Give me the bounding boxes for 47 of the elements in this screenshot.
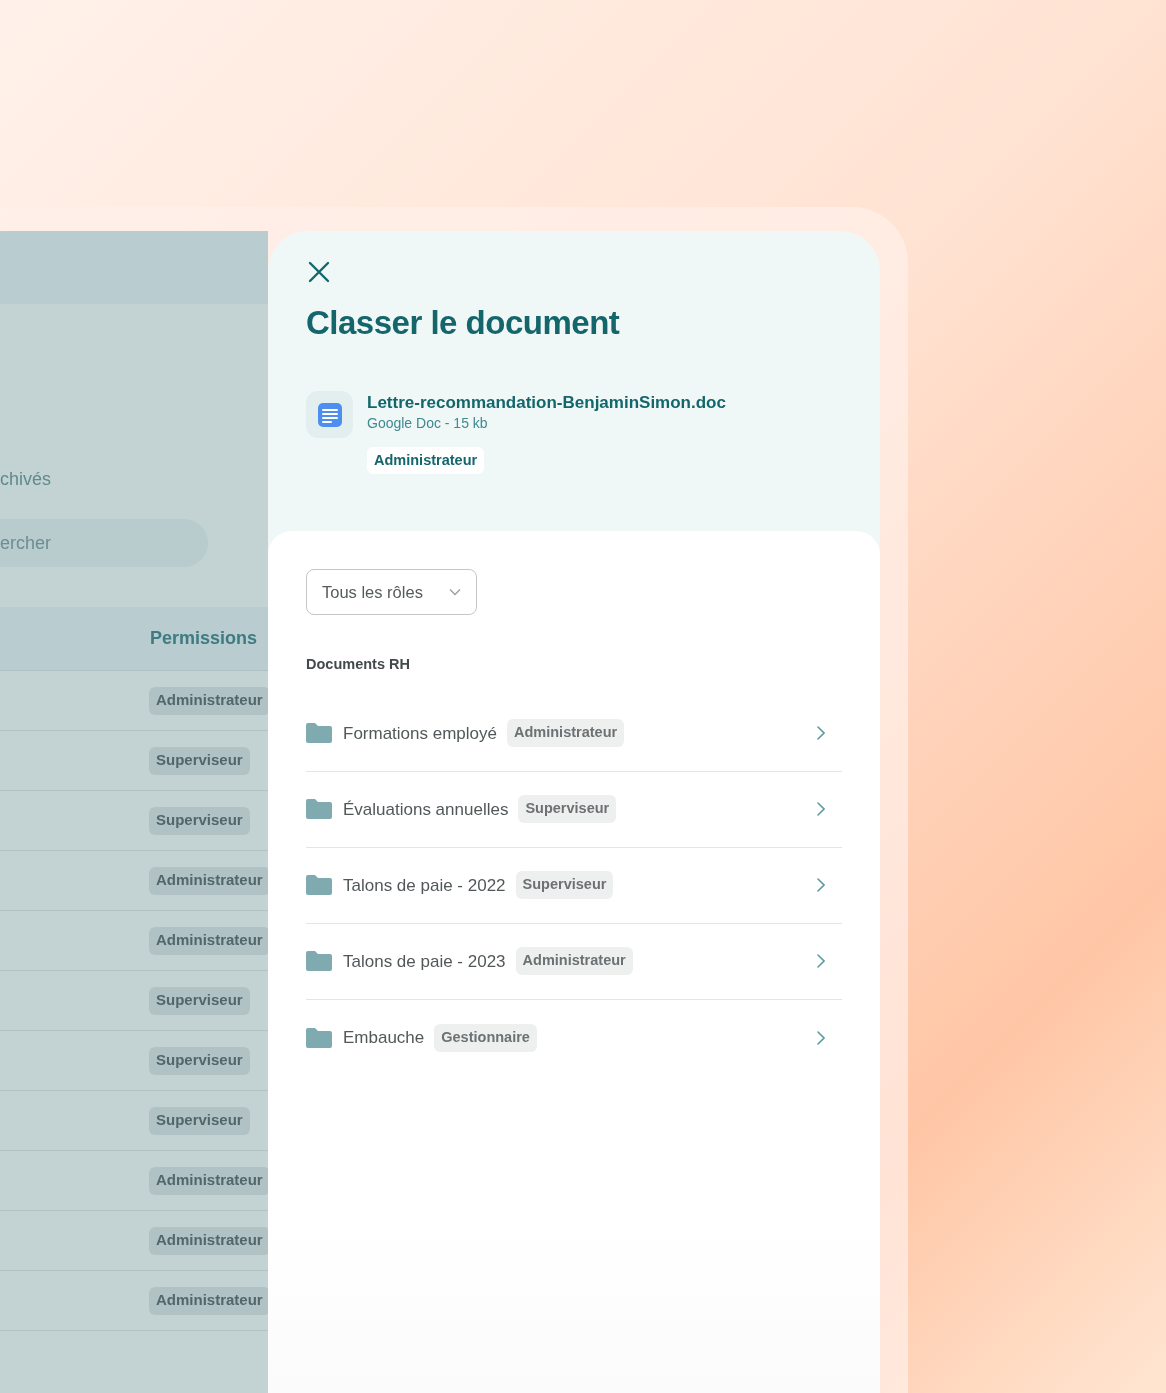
chevron-right-icon [817, 726, 825, 741]
close-icon[interactable] [306, 259, 332, 285]
folder-name: Talons de paie - 2022 [343, 874, 506, 897]
permission-badge: Superviseur [149, 1046, 250, 1075]
chevron-right-icon [817, 802, 825, 817]
folder-name: Embauche [343, 1027, 425, 1049]
role-badge: Gestionnaire [434, 1023, 537, 1052]
file-name: Lettre-recommandation-BenjaminSimon.doc [367, 393, 726, 413]
folder-row[interactable]: Formations employé Administrateur [306, 695, 842, 772]
permission-badge: Superviseur [149, 806, 250, 835]
folder-icon [306, 951, 332, 972]
column-header: Permissions [149, 627, 257, 650]
folder-icon [306, 799, 332, 820]
chevron-right-icon [817, 954, 825, 969]
permission-badge: Administrateur [149, 686, 268, 715]
folder-name: Talons de paie - 2023 [343, 950, 506, 973]
permission-badge: Administrateur [149, 1166, 268, 1195]
dialog-title: Classer le document [306, 303, 621, 343]
folder-icon [306, 875, 332, 896]
role-filter-dropdown[interactable]: Tous les rôles [306, 569, 477, 615]
permission-badge: Administrateur [149, 926, 268, 955]
permission-badge: Administrateur [149, 1226, 268, 1255]
chevron-right-icon [817, 878, 825, 893]
permission-badge: Administrateur [149, 866, 268, 895]
permission-badge: Superviseur [149, 1106, 250, 1135]
section-title: Documents RH [306, 655, 411, 674]
role-badge: Administrateur [507, 719, 625, 748]
chevron-right-icon [817, 1030, 825, 1045]
folder-name: Évaluations annuelles [343, 798, 509, 821]
permission-badge: Administrateur [149, 1286, 268, 1315]
folder-row[interactable]: Talons de paie - 2022 Superviseur [306, 847, 842, 924]
folder-row[interactable]: Évaluations annuelles Superviseur [306, 771, 842, 848]
search-field[interactable]: ercher [0, 519, 208, 567]
permission-badge: Superviseur [149, 986, 250, 1015]
file-meta: Google Doc - 15 kb [367, 414, 489, 433]
role-badge: Superviseur [518, 795, 617, 824]
permission-badge: Superviseur [149, 746, 250, 775]
folder-name: Formations employé [343, 722, 497, 745]
folder-row[interactable]: Embauche Gestionnaire [306, 999, 842, 1076]
folder-row[interactable]: Talons de paie - 2023 Administrateur [306, 923, 842, 1000]
role-badge: Superviseur [515, 871, 614, 900]
folder-icon [306, 723, 332, 744]
role-badge: Administrateur [367, 447, 485, 474]
folder-icon [306, 1027, 332, 1048]
role-badge: Administrateur [515, 947, 633, 976]
document-icon [306, 391, 353, 438]
chevron-down-icon [449, 588, 461, 596]
